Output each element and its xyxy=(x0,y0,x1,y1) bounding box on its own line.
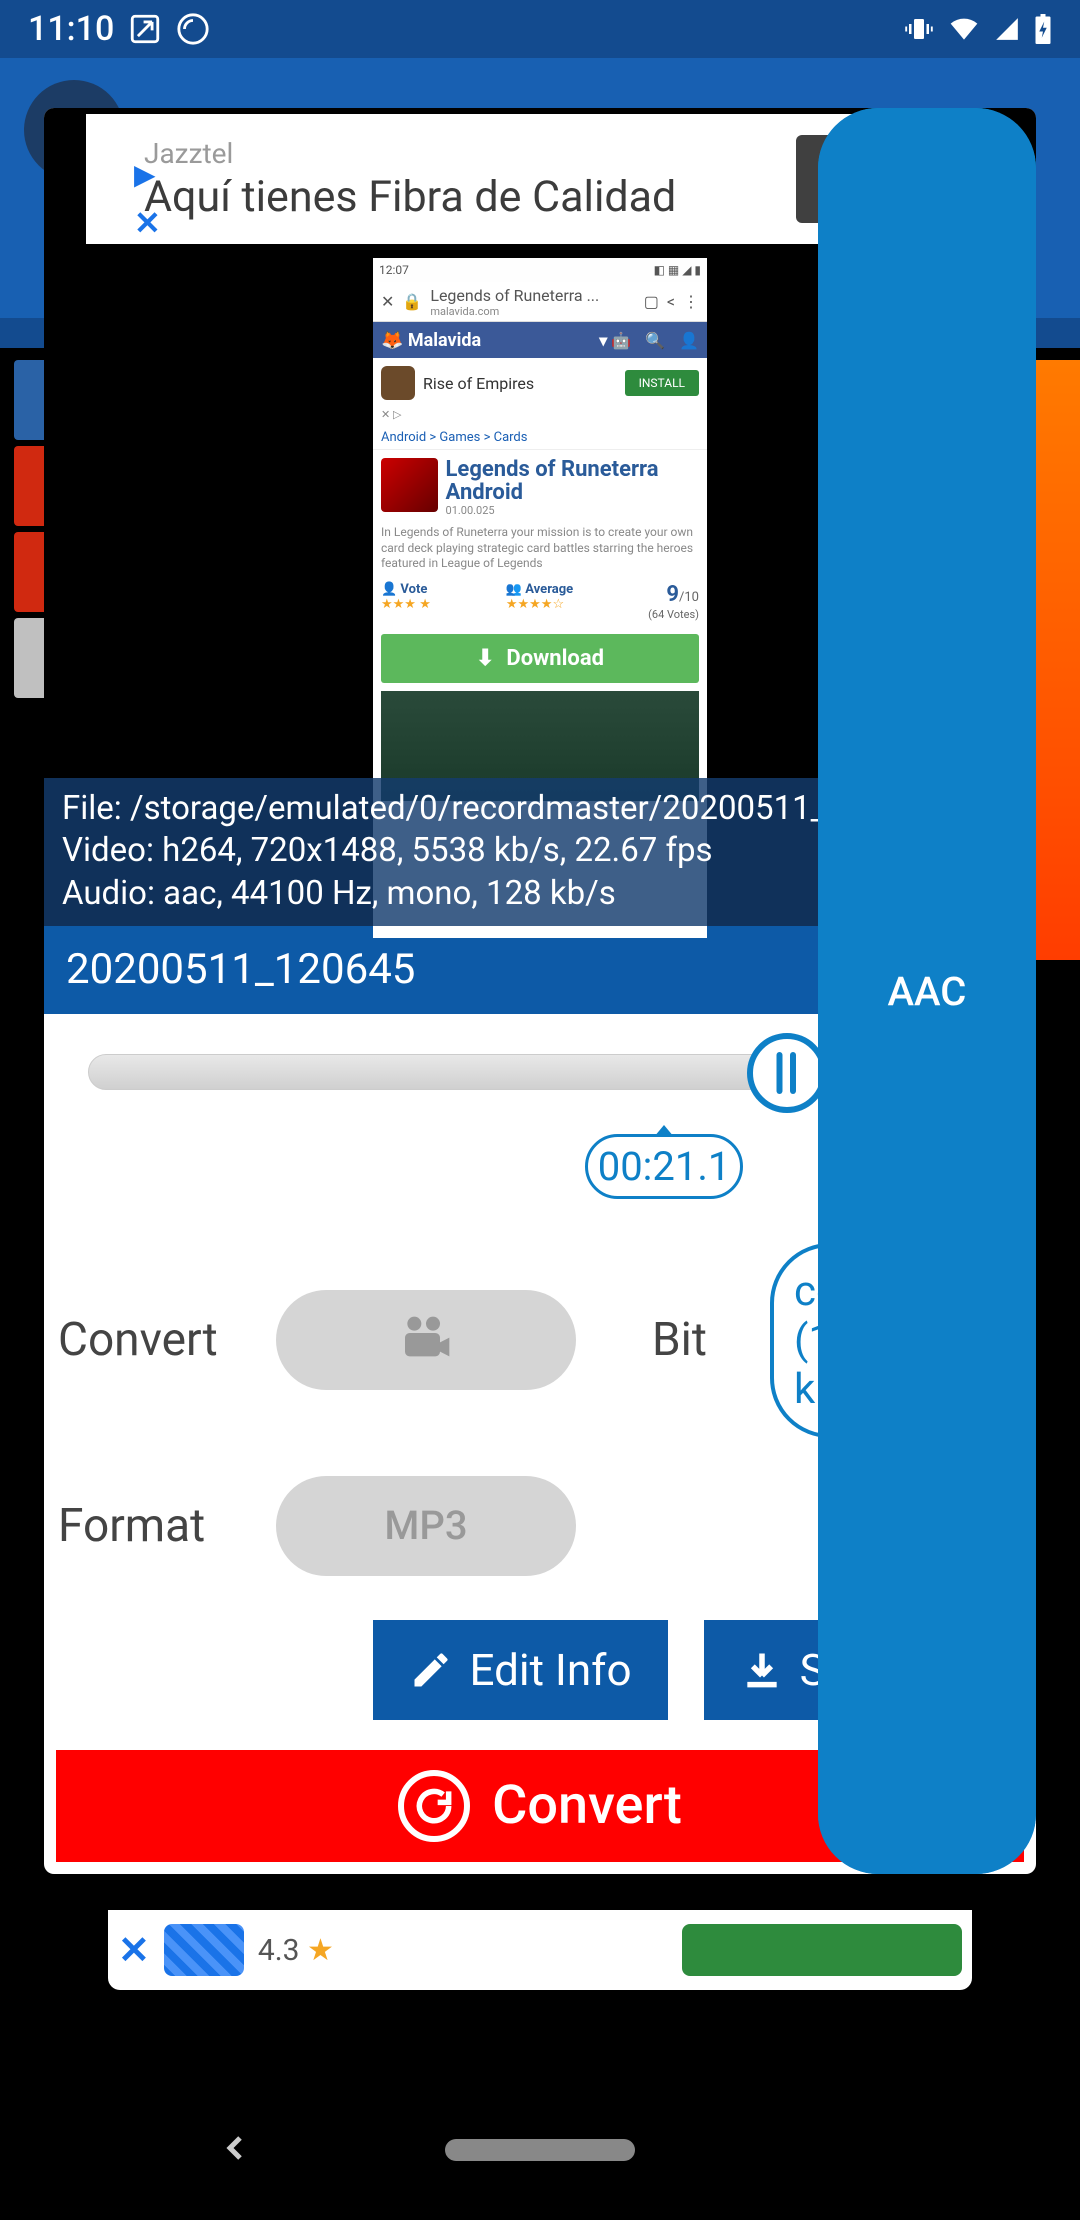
lock-icon: 🔒 xyxy=(402,292,422,311)
signal-icon xyxy=(994,16,1020,42)
search-icon: 🔍 xyxy=(645,331,665,350)
menu-icon: ⋮ xyxy=(683,292,699,311)
pencil-icon xyxy=(409,1648,453,1692)
format-mp3-option[interactable]: MP3 xyxy=(276,1476,576,1576)
battery-charging-icon xyxy=(1034,14,1052,44)
download-icon: ⬇ xyxy=(476,646,494,671)
status-bar: 11:10 xyxy=(0,0,1080,58)
home-pill[interactable] xyxy=(445,2139,635,2161)
ad-play-icon: ▶ xyxy=(134,158,156,191)
background-bottom-strip: ✕ 4.3 ★ xyxy=(108,1910,972,1990)
share-icon: < xyxy=(667,292,675,311)
convert-label: Convert xyxy=(58,1313,248,1367)
file-name: 20200511_120645 xyxy=(66,945,415,994)
status-time: 11:10 xyxy=(28,9,114,49)
ad-close-icon[interactable]: ✕ xyxy=(134,204,161,242)
app-icon-2 xyxy=(176,12,210,46)
download-icon xyxy=(740,1648,784,1692)
format-label: Format xyxy=(58,1499,248,1553)
ad-brand: Jazztel xyxy=(144,137,796,170)
close-icon: ✕ xyxy=(118,1928,150,1973)
bit-label: Bit xyxy=(652,1313,742,1367)
ad-headline: Aquí tienes Fibra de Calidad xyxy=(144,172,796,222)
vibrate-icon xyxy=(904,14,934,44)
wifi-icon xyxy=(948,13,980,45)
user-icon: 👤 xyxy=(679,331,699,350)
format-toggle[interactable]: MP3 AAC xyxy=(276,1476,576,1576)
convert-type-toggle[interactable] xyxy=(276,1290,576,1390)
convert-icon xyxy=(398,1770,470,1842)
edit-info-button[interactable]: Edit Info xyxy=(373,1620,667,1720)
back-button[interactable] xyxy=(215,2128,255,2172)
convert-video-option[interactable] xyxy=(276,1290,576,1390)
bookmark-icon: ▢ xyxy=(644,292,659,311)
trim-start-time: 00:21.1 xyxy=(585,1134,744,1199)
close-icon: ✕ xyxy=(381,292,394,311)
trim-handle-start[interactable] xyxy=(747,1033,827,1113)
app-icon-1 xyxy=(128,12,162,46)
navigation-bar xyxy=(0,2080,1080,2220)
convert-dialog: ▶ ✕ Jazztel Aquí tienes Fibra de Calidad… xyxy=(44,108,1036,1874)
